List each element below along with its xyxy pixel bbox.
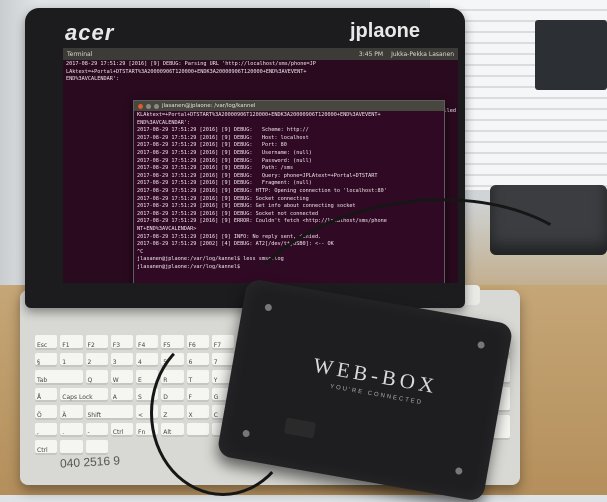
key[interactable]: A — [110, 387, 133, 403]
user-name[interactable]: Jukka-Pekka Lasanen — [391, 51, 454, 58]
close-icon[interactable] — [138, 103, 143, 109]
main-terminal-output[interactable]: 2017-08-29 17:51:29 [2016] [9] DEBUG: Pa… — [63, 60, 458, 85]
screw — [242, 429, 251, 438]
laptop-brand: acer — [65, 20, 115, 45]
terminal-title: jlasanen@jplaone: /var/log/kannel — [162, 103, 256, 109]
key[interactable]: § — [35, 352, 58, 368]
key[interactable] — [85, 440, 108, 455]
terminal-line: LAktext=+Portal+DTSTART%3A20000906T12000… — [66, 68, 307, 75]
terminal-line: END%3AVCALENDAR': — [66, 76, 120, 83]
minimize-icon[interactable] — [146, 103, 151, 109]
key[interactable]: W — [110, 370, 133, 385]
clock[interactable]: 3:45 PM — [359, 51, 383, 58]
key[interactable]: Ctrl — [110, 422, 133, 438]
app-title: Terminal — [67, 50, 93, 58]
key[interactable]: 4 — [136, 352, 159, 368]
desktop-top-bar: Terminal 3:45 PM Jukka-Pekka Lasanen — [63, 48, 458, 60]
key[interactable]: Shift — [85, 405, 133, 420]
screw — [454, 466, 463, 476]
maximize-icon[interactable] — [154, 103, 159, 109]
key[interactable]: , — [35, 422, 58, 438]
terminal-line: 2017-08-29 17:51:29 [2016] [9] DEBUG: Pa… — [137, 157, 312, 164]
terminal-line: 2017-08-29 17:51:29 [2016] [9] DEBUG: Us… — [137, 149, 312, 156]
key[interactable]: Ä — [60, 405, 83, 420]
key[interactable]: Tab — [35, 370, 83, 385]
key[interactable]: Esc — [35, 335, 58, 350]
terminal-line: 2017-08-29 17:51:29 [2016] [9] DEBUG: Pa… — [137, 165, 294, 172]
terminal-line: END%3AVCALENDAR': — [137, 119, 191, 126]
terminal-line: 2017-08-29 17:51:29 [2016] [9] DEBUG: Ho… — [137, 134, 309, 141]
terminal-line: 2017-08-29 17:51:29 [2016] [9] DEBUG: Sc… — [137, 127, 309, 134]
screw — [264, 303, 273, 312]
key[interactable]: F4 — [136, 335, 159, 350]
terminal-line: 2017-08-29 17:51:29 [2016] [9] DEBUG: HT… — [137, 187, 387, 194]
key[interactable]: Å — [35, 387, 58, 403]
terminal-line: KLAktext=+Portal+DTSTART%3A20000906T1200… — [137, 112, 381, 118]
key[interactable]: - — [85, 422, 108, 438]
terminal-line: 2017-08-29 17:51:29 [2016] [9] DEBUG: Qu… — [137, 172, 378, 179]
key[interactable]: F3 — [110, 335, 133, 350]
key[interactable]: . — [60, 422, 83, 438]
key[interactable]: Ö — [35, 405, 58, 420]
terminal-line: 2017-08-29 17:51:29 [2016] [9] DEBUG: Fr… — [137, 180, 312, 187]
key[interactable]: 1 — [60, 352, 83, 368]
key[interactable]: Ctrl — [35, 440, 58, 455]
background-monitor — [535, 20, 607, 90]
key[interactable]: 2 — [85, 352, 108, 368]
key[interactable] — [60, 440, 83, 455]
key[interactable]: F1 — [60, 335, 83, 350]
laptop-user-label: jplaone — [350, 20, 421, 42]
key[interactable]: Q — [85, 370, 108, 385]
screw — [477, 340, 486, 350]
system-tray[interactable]: 3:45 PM Jukka-Pekka Lasanen — [359, 51, 454, 58]
terminal-line: 2017-08-29 17:51:29 [2016] [9] DEBUG: Po… — [137, 142, 287, 149]
terminal-titlebar[interactable]: jlasanen@jplaone: /var/log/kannel — [134, 101, 444, 111]
key[interactable]: F2 — [85, 335, 108, 350]
terminal-line: 2017-08-29 17:51:29 [2016] [9] DEBUG: Pa… — [66, 61, 316, 67]
key[interactable]: 3 — [110, 352, 133, 368]
key[interactable]: Caps Lock — [60, 387, 108, 403]
